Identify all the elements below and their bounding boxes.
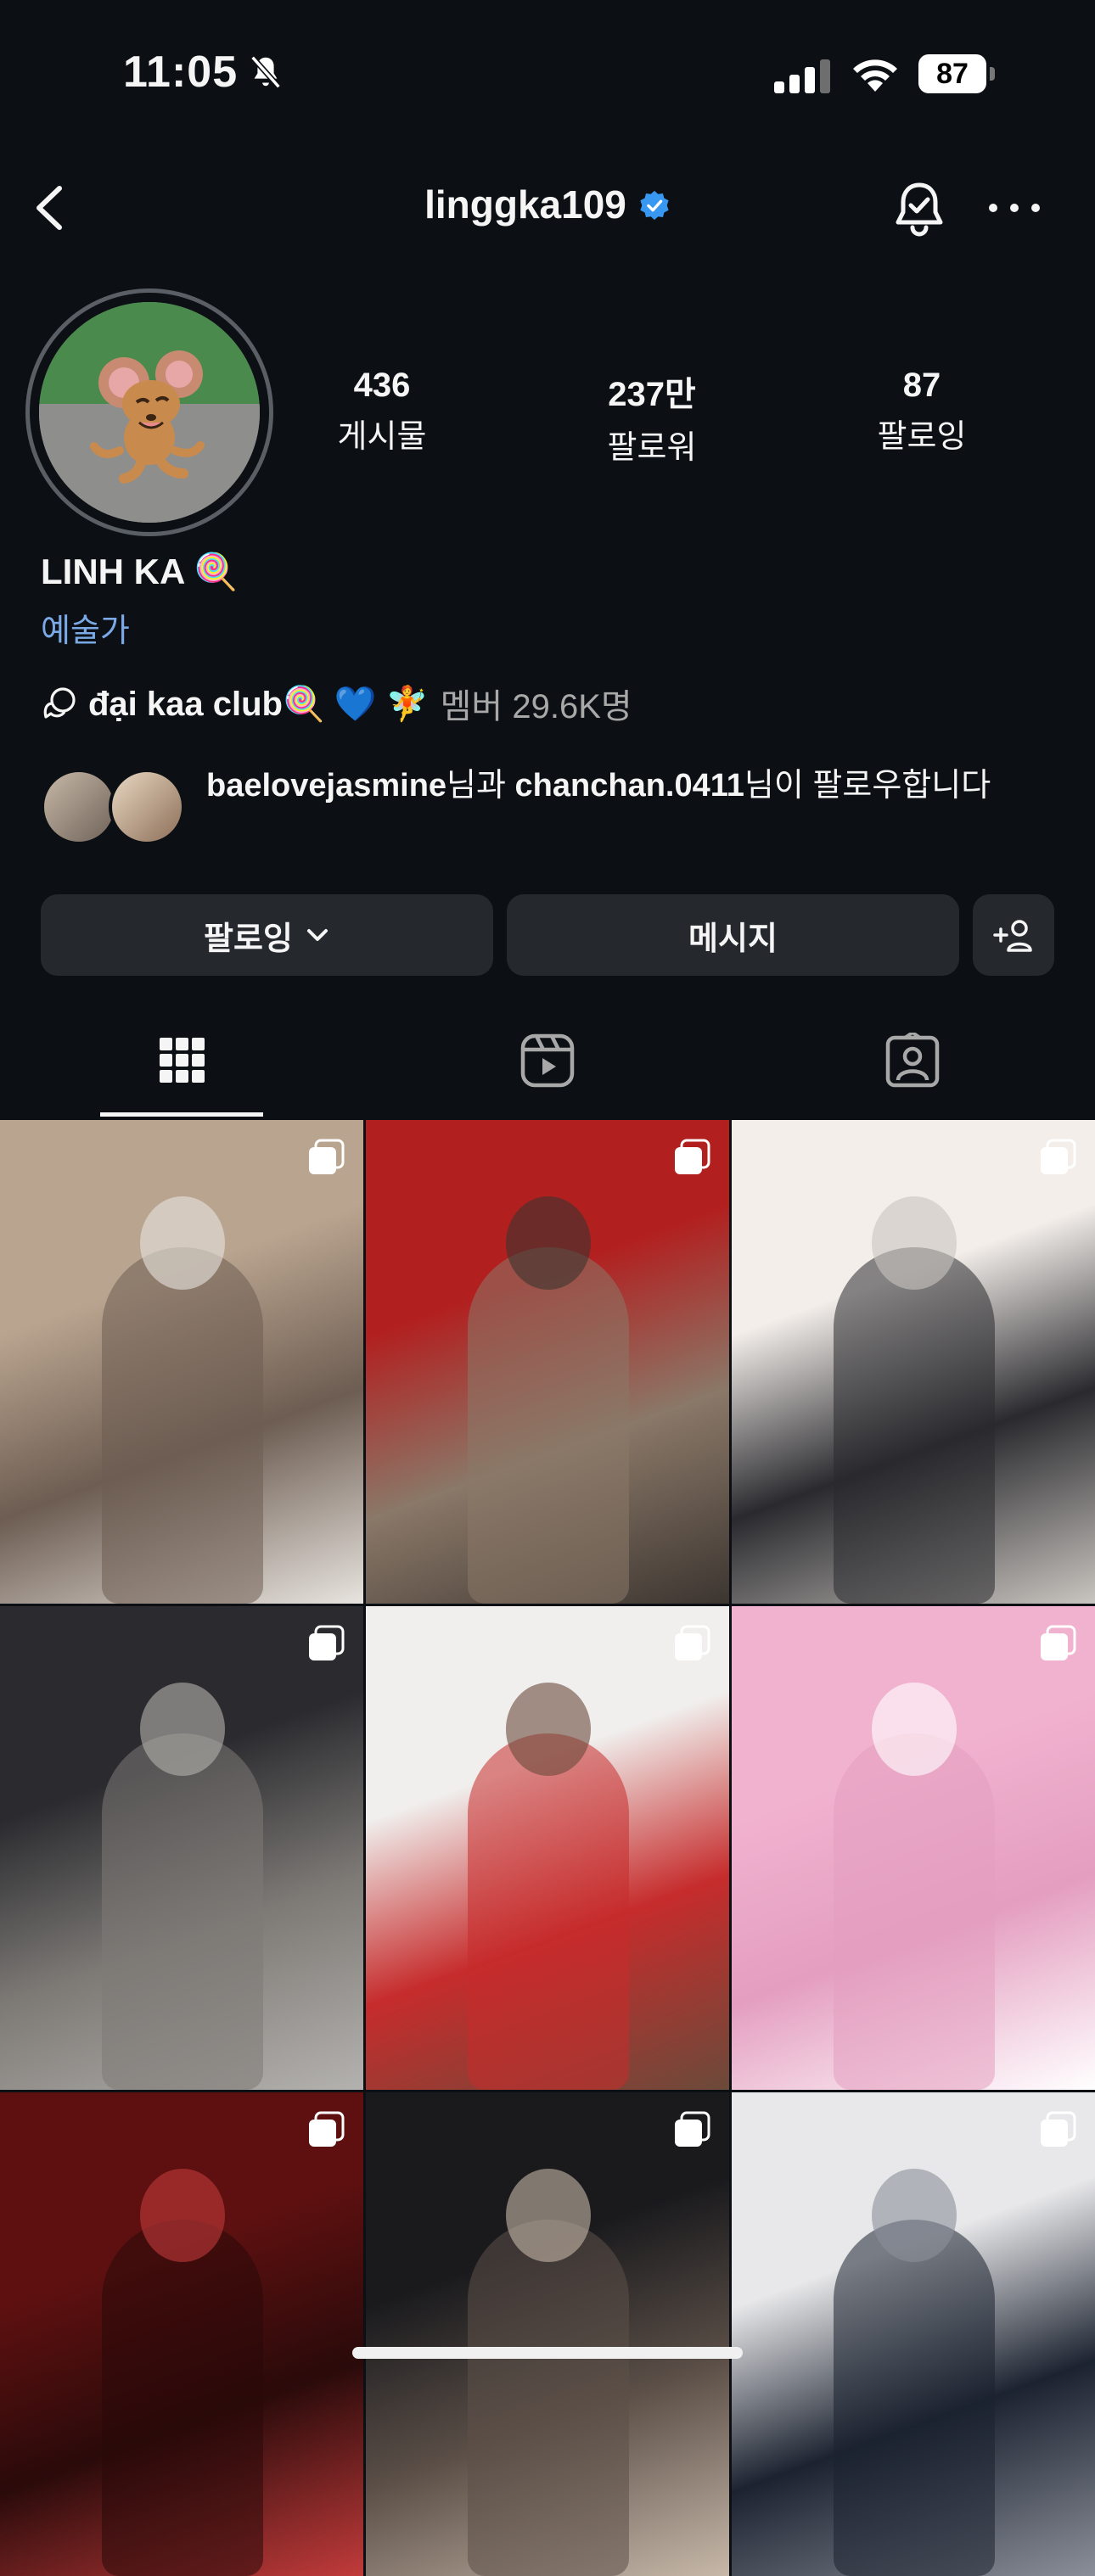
add-person-icon xyxy=(993,920,1032,952)
carousel-icon xyxy=(1041,2111,1076,2147)
grid-icon xyxy=(160,1038,205,1083)
wifi-icon xyxy=(853,59,897,92)
post-image-head xyxy=(140,1196,225,1290)
carousel-icon xyxy=(309,2111,345,2147)
post-thumbnail[interactable] xyxy=(366,1120,729,1604)
post-image-head xyxy=(506,2169,591,2262)
message-button-label: 메시지 xyxy=(688,921,778,957)
post-image-head xyxy=(506,1196,591,1290)
carousel-icon xyxy=(1041,1139,1076,1174)
post-image-subject xyxy=(102,1247,263,1604)
carousel-icon xyxy=(309,1625,345,1660)
cellular-signal-icon xyxy=(774,59,830,93)
post-image-subject xyxy=(468,1733,629,2090)
mutual-user-2: chanchan.0411 xyxy=(514,768,744,804)
profile-avatar[interactable] xyxy=(39,302,260,523)
carousel-icon xyxy=(309,1139,345,1174)
notification-bell-icon[interactable] xyxy=(891,178,947,238)
profile-tabs xyxy=(0,1001,1095,1120)
channel-members: 멤버 29.6K명 xyxy=(440,688,632,725)
battery-icon: 87 xyxy=(918,54,997,93)
post-thumbnail[interactable] xyxy=(732,1606,1095,2090)
reels-icon xyxy=(520,1033,575,1088)
chevron-down-icon xyxy=(306,929,328,941)
post-image-subject xyxy=(102,2220,263,2576)
post-image-head xyxy=(872,1683,957,1776)
tab-reels[interactable] xyxy=(365,1001,730,1120)
following-count-value: 87 xyxy=(902,367,941,404)
followers-count-value: 237만 xyxy=(608,376,696,413)
more-options-icon[interactable] xyxy=(985,195,1044,221)
following-count[interactable]: 87 팔로잉 xyxy=(820,367,1024,456)
profile-name: LINH KA 🍭 xyxy=(41,552,239,591)
posts-count-label: 게시물 xyxy=(337,419,427,455)
bell-off-icon xyxy=(250,55,281,89)
profile-actions: 팔로잉 메시지 xyxy=(41,894,1054,976)
mutual-connector: 님과 xyxy=(446,768,515,804)
username-title: linggka109 xyxy=(424,182,626,227)
carousel-icon xyxy=(675,1139,710,1174)
verified-badge-icon xyxy=(640,190,669,220)
post-thumbnail[interactable] xyxy=(732,2092,1095,2576)
post-image-subject xyxy=(468,2220,629,2576)
channel-name: đại kaa club🍭 💙 🧚 xyxy=(88,685,429,723)
tab-tagged[interactable] xyxy=(730,1001,1095,1120)
post-image-head xyxy=(872,1196,957,1290)
broadcast-channel-link[interactable]: đại kaa club🍭 💙 🧚 멤버 29.6K명 xyxy=(41,679,632,728)
tagged-person-icon xyxy=(885,1033,940,1088)
post-image-head xyxy=(140,1683,225,1776)
mutual-suffix: 님이 팔로우합니다 xyxy=(744,768,991,804)
post-thumbnail[interactable] xyxy=(366,1606,729,2090)
followers-count[interactable]: 237만 팔로워 xyxy=(550,367,754,468)
mutual-avatar-1 xyxy=(41,769,117,845)
status-time: 11:05 xyxy=(123,48,239,97)
post-image-head xyxy=(140,2169,225,2262)
post-thumbnail[interactable] xyxy=(0,1120,363,1604)
post-image-subject xyxy=(834,2220,995,2576)
followers-count-label: 팔로워 xyxy=(607,430,697,466)
mutual-followers-text: baelovejasmine님과 chanchan.0411님이 팔로우합니다 xyxy=(206,764,1064,808)
profile-header: linggka109 xyxy=(0,144,1095,272)
home-indicator[interactable] xyxy=(352,2347,743,2359)
battery-level: 87 xyxy=(918,54,986,93)
post-image-head xyxy=(872,2169,957,2262)
tab-posts[interactable] xyxy=(0,1001,365,1120)
carousel-icon xyxy=(675,2111,710,2147)
post-image-subject xyxy=(834,1733,995,2090)
suggested-users-button[interactable] xyxy=(973,894,1054,976)
message-button[interactable]: 메시지 xyxy=(507,894,959,976)
cartoon-mouse-avatar-image xyxy=(39,302,260,523)
post-thumbnail[interactable] xyxy=(0,2092,363,2576)
following-button[interactable]: 팔로잉 xyxy=(41,894,493,976)
post-image-subject xyxy=(834,1247,995,1604)
post-image-head xyxy=(506,1683,591,1776)
profile-category[interactable]: 예술가 xyxy=(41,604,130,651)
following-button-label: 팔로잉 xyxy=(204,921,293,957)
post-image-subject xyxy=(468,1247,629,1604)
following-count-label: 팔로잉 xyxy=(877,419,967,455)
posts-count[interactable]: 436 게시물 xyxy=(280,367,484,456)
posts-count-value: 436 xyxy=(353,367,411,404)
mutual-followers[interactable]: baelovejasmine님과 chanchan.0411님이 팔로우합니다 xyxy=(41,764,1059,857)
broadcast-channel-icon xyxy=(43,687,76,719)
post-thumbnail[interactable] xyxy=(366,2092,729,2576)
post-thumbnail[interactable] xyxy=(732,1120,1095,1604)
mutual-avatar-2 xyxy=(109,769,185,845)
profile-stats: 436 게시물 237만 팔로워 87 팔로잉 xyxy=(280,367,1095,466)
carousel-icon xyxy=(675,1625,710,1660)
post-thumbnail[interactable] xyxy=(0,1606,363,2090)
carousel-icon xyxy=(1041,1625,1076,1660)
mutual-user-1: baelovejasmine xyxy=(206,768,447,804)
post-image-subject xyxy=(102,1733,263,2090)
status-bar: 11:05 87 xyxy=(0,0,1095,144)
